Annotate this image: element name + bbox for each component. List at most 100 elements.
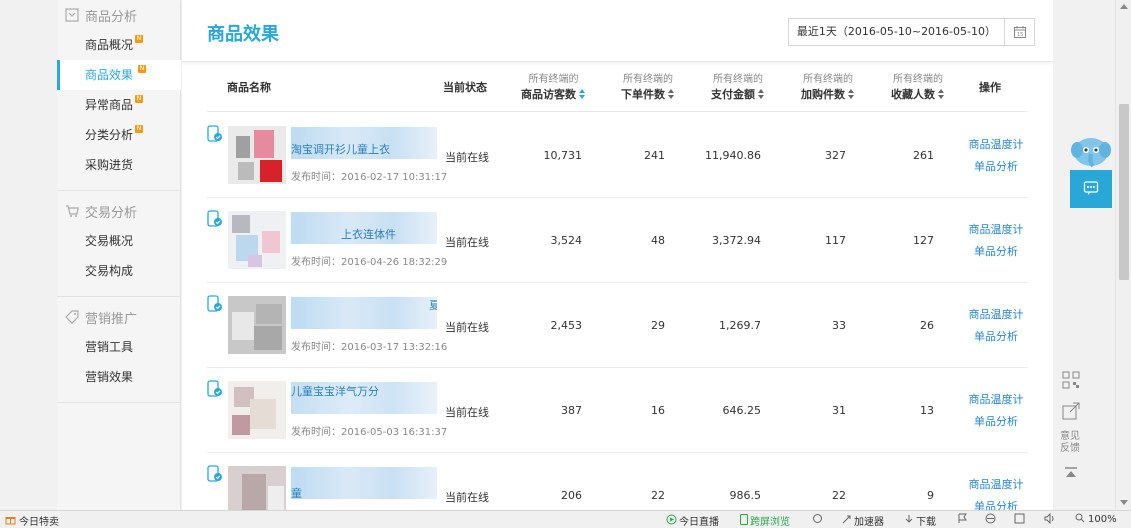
sidebar-item-marketing-tools[interactable]: 营销工具: [57, 332, 180, 362]
feedback-label: 意见反馈: [1060, 431, 1080, 454]
qrcode-icon[interactable]: [1056, 368, 1086, 392]
sidebar-section-marketing: 营销推广 营销工具 营销效果: [57, 297, 180, 403]
thermometer-link[interactable]: 商品温度计: [965, 474, 1027, 496]
sidebar-section-label: 商品分析: [85, 9, 138, 25]
sidebar-item-marketing-effect[interactable]: 营销效果: [57, 362, 180, 392]
col-header-orders[interactable]: 所有终端的 下单件数: [621, 62, 675, 112]
thermometer-link[interactable]: 商品温度计: [965, 134, 1027, 156]
accelerator-button[interactable]: 加速器: [841, 513, 884, 528]
sidebar-section-label: 交易分析: [85, 205, 138, 221]
scroll-thumb[interactable]: [1119, 104, 1129, 280]
product-name-link[interactable]: 童: [291, 467, 437, 503]
window-icon[interactable]: [1014, 513, 1025, 524]
sidebar-item-label: 异常商品: [85, 98, 134, 112]
product-thumbnail[interactable]: [228, 296, 286, 354]
play-icon: [666, 514, 677, 528]
sort-icon[interactable]: [579, 89, 586, 99]
sidebar-item-trade-composition[interactable]: 交易构成: [57, 256, 180, 286]
ie-icon[interactable]: [985, 513, 996, 524]
cross-screen-button[interactable]: 跨屏浏览: [740, 513, 790, 528]
item-analysis-link[interactable]: 单品分析: [965, 326, 1027, 348]
cart-value: 31: [832, 404, 846, 417]
feedback-button[interactable]: 意见反馈: [1056, 428, 1084, 458]
thermometer-link[interactable]: 商品温度计: [965, 389, 1027, 411]
table-row: 淘宝调开衫儿童上衣 发布时间：2016-02-17 10:31:17 当前在线 …: [207, 113, 1028, 198]
page-scrollbar[interactable]: [1115, 0, 1131, 510]
sort-icon[interactable]: [848, 89, 855, 99]
product-thumbnail[interactable]: [228, 466, 286, 511]
chat-button[interactable]: [1070, 170, 1112, 208]
sidebar-item-category-analysis[interactable]: 分类分析 N: [57, 120, 180, 150]
row-actions: 商品温度计 单品分析: [965, 389, 1027, 433]
daily-deals-button[interactable]: 今日特卖: [5, 513, 59, 528]
product-name-link[interactable]: 夏: [291, 297, 437, 333]
calendar-icon[interactable]: 15: [1004, 19, 1034, 45]
cart-icon: [65, 204, 79, 218]
flag-icon[interactable]: [957, 513, 968, 524]
thermometer-link[interactable]: 商品温度计: [965, 304, 1027, 326]
cart-value: 327: [825, 149, 846, 162]
status-text: 当前在线: [445, 236, 489, 249]
visitors-value: 2,453: [550, 319, 583, 332]
live-label: 今日直播: [679, 517, 719, 528]
rocket-icon: [841, 514, 852, 528]
product-thumbnail[interactable]: [228, 211, 286, 269]
mobile-check-icon: [207, 465, 223, 483]
refresh-icon[interactable]: [812, 513, 823, 524]
zoom-control[interactable]: 100%: [1075, 513, 1117, 526]
date-range-text[interactable]: 最近1天（2016-05-10~2016-05-10）: [789, 19, 1004, 45]
sidebar-section-trade: 交易分析 交易概况 交易构成: [57, 191, 180, 297]
sidebar-item-label: 营销工具: [85, 340, 134, 354]
item-analysis-link[interactable]: 单品分析: [965, 156, 1027, 178]
sidebar-section-label: 营销推广: [85, 311, 138, 327]
orders-value: 241: [644, 149, 665, 162]
download-button[interactable]: 下载: [904, 513, 936, 528]
product-name-link[interactable]: 儿童宝宝洋气万分: [291, 382, 437, 418]
sidebar-section-title: 商品分析: [57, 0, 180, 30]
item-analysis-link[interactable]: 单品分析: [965, 241, 1027, 263]
share-icon[interactable]: [1056, 399, 1086, 423]
scroll-down-icon[interactable]: [1120, 500, 1128, 505]
col-header-payment[interactable]: 所有终端的 支付金额: [711, 62, 765, 112]
product-name-link[interactable]: 上衣连体件: [291, 212, 437, 248]
col-header-cart[interactable]: 所有终端的 加购件数: [801, 62, 855, 112]
row-actions: 商品温度计 单品分析: [965, 219, 1027, 263]
live-button[interactable]: 今日直播: [666, 513, 719, 528]
item-analysis-link[interactable]: 单品分析: [965, 411, 1027, 433]
scroll-up-icon[interactable]: [1120, 4, 1128, 9]
favorites-value: 13: [920, 404, 934, 417]
sidebar-item-trade-overview[interactable]: 交易概况: [57, 226, 180, 256]
col-header-favorites[interactable]: 所有终端的 收藏人数: [891, 62, 945, 112]
zoom-level: 100%: [1088, 514, 1117, 525]
table-row: 儿童宝宝洋气万分 发布时间：2016-05-03 16:31:37 当前在线 3…: [207, 368, 1028, 453]
orders-value: 22: [651, 489, 665, 502]
col-header-visitors[interactable]: 所有终端的 商品访客数: [521, 62, 586, 112]
date-range-picker[interactable]: 最近1天（2016-05-10~2016-05-10） 15: [787, 18, 1035, 46]
volume-icon[interactable]: [1044, 513, 1056, 524]
status-text: 当前在线: [445, 321, 489, 334]
phone-icon: [740, 513, 748, 528]
sidebar-item-abnormal-products[interactable]: 异常商品 N: [57, 90, 180, 120]
back-to-top-icon[interactable]: [1056, 462, 1086, 486]
new-badge: N: [135, 95, 143, 103]
product-name-link[interactable]: 淘宝调开衫儿童上衣: [291, 127, 437, 163]
visitors-value: 387: [561, 404, 582, 417]
mascot-icon[interactable]: [1069, 134, 1113, 174]
new-badge: N: [138, 65, 146, 73]
mobile-check-icon: [207, 125, 223, 143]
sidebar-item-product-effect[interactable]: 商品效果 N: [57, 60, 181, 90]
daily-deals-label: 今日特卖: [19, 517, 59, 528]
sort-icon[interactable]: [668, 89, 675, 99]
table-row: 夏 发布时间：2016-03-17 13:32:16 当前在线 2,453 29…: [207, 283, 1028, 368]
sort-icon[interactable]: [758, 89, 765, 99]
item-analysis-link[interactable]: 单品分析: [965, 496, 1027, 511]
sidebar-item-purchasing[interactable]: 采购进货: [57, 150, 180, 180]
sort-icon[interactable]: [938, 89, 945, 99]
product-thumbnail[interactable]: [228, 381, 286, 439]
cart-value: 117: [825, 234, 846, 247]
sidebar-item-product-overview[interactable]: 商品概况 N: [57, 30, 180, 60]
table-row: 上衣连体件 发布时间：2016-04-26 18:32:29 当前在线 3,52…: [207, 198, 1028, 283]
thermometer-link[interactable]: 商品温度计: [965, 219, 1027, 241]
product-thumbnail[interactable]: [228, 126, 286, 184]
col-header-name: 商品名称: [227, 80, 271, 94]
